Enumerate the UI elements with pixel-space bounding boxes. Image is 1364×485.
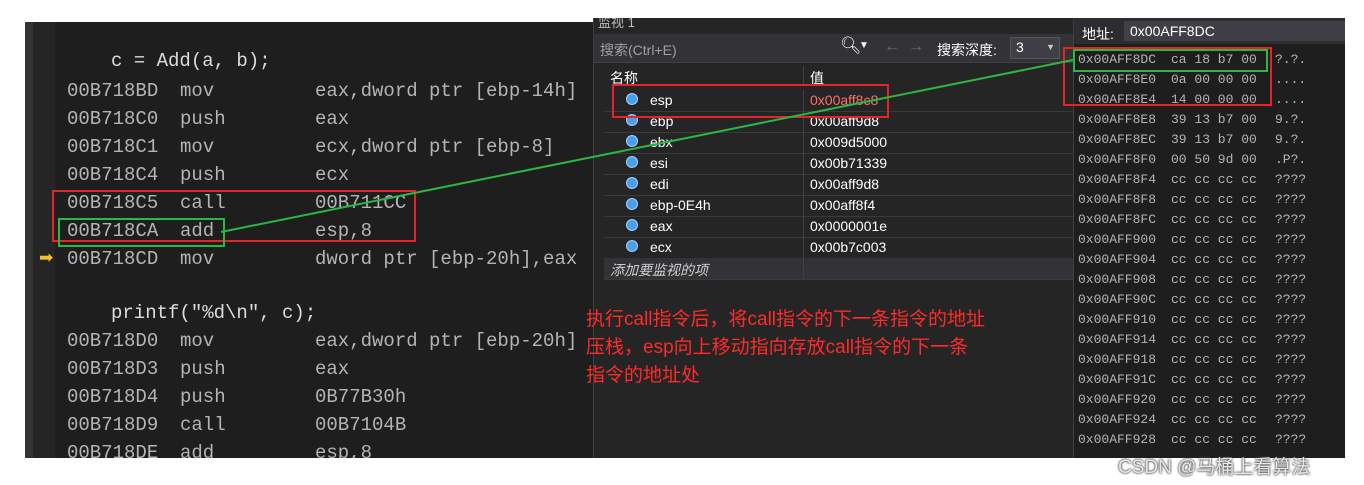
annotation-text: 执行call指令后，将call指令的下一条指令的地址 压栈，esp向上移动指向存… (586, 309, 986, 386)
watermark: CSDN @马桶上看算法 (1118, 457, 1311, 478)
connector-line (220, 59, 1074, 233)
